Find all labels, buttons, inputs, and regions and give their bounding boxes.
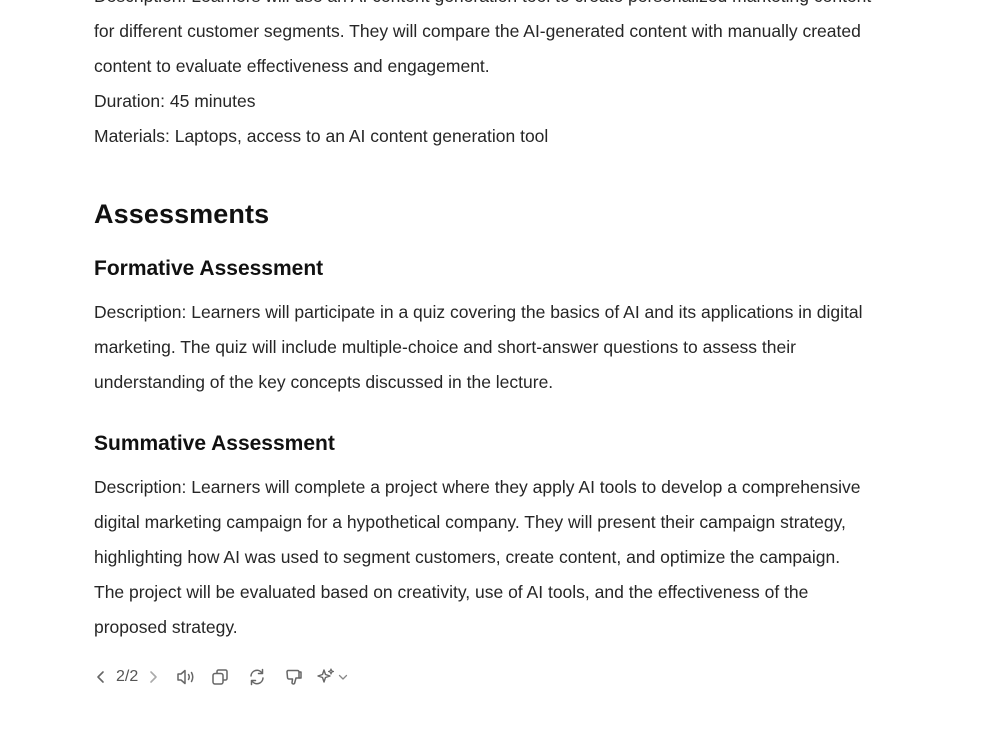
- summative-description-line: The project will be evaluated based on c…: [94, 582, 809, 602]
- read-aloud-icon: [177, 669, 194, 685]
- activity-duration: Duration: 45 minutes: [94, 91, 256, 111]
- activity-description-line: content to evaluate effectiveness and en…: [94, 56, 490, 76]
- summative-description-line: digital marketing campaign for a hypothe…: [94, 512, 846, 532]
- activity-description-line: for different customer segments. They wi…: [94, 21, 861, 41]
- activity-description-line: Description: Learners will use an AI con…: [94, 0, 984, 14]
- formative-assessment-heading: Formative Assessment: [94, 257, 324, 280]
- message-content: Description: Learners will use an AI con…: [94, 0, 984, 645]
- chevron-down-icon: [339, 674, 348, 680]
- previous-response-button[interactable]: [92, 664, 110, 690]
- assessments-heading: Assessments: [94, 199, 270, 229]
- activity-materials: Materials: Laptops, access to an AI cont…: [94, 126, 549, 146]
- formative-description-line: marketing. The quiz will include multipl…: [94, 337, 796, 357]
- next-response-button[interactable]: [144, 664, 162, 690]
- read-aloud-button[interactable]: [170, 664, 202, 690]
- formative-description-line: understanding of the key concepts discus…: [94, 372, 554, 392]
- summative-description-line: Description: Learners will complete a pr…: [94, 477, 861, 497]
- sparkle-icon: [317, 668, 335, 683]
- summative-assessment-heading: Summative Assessment: [94, 432, 335, 455]
- formative-description-line: Description: Learners will participate i…: [94, 302, 863, 322]
- copy-icon: [212, 669, 228, 685]
- thumbs-down-icon: [286, 669, 302, 685]
- activity-description: Description: Learners will use an AI con…: [94, 0, 984, 84]
- model-switch-button[interactable]: [312, 664, 352, 690]
- regenerate-button[interactable]: [238, 664, 276, 690]
- regenerate-icon: [250, 668, 264, 686]
- response-page-indicator: 2/2: [116, 668, 139, 685]
- response-toolbar: 2/2: [92, 664, 352, 690]
- chevron-left-icon: [97, 671, 104, 683]
- summative-assessment-description: Description: Learners will complete a pr…: [94, 470, 984, 645]
- formative-assessment-description: Description: Learners will participate i…: [94, 295, 984, 400]
- chevron-right-icon: [150, 671, 158, 683]
- copy-button[interactable]: [202, 664, 238, 690]
- summative-description-line: highlighting how AI was used to segment …: [94, 547, 841, 567]
- dislike-button[interactable]: [276, 664, 312, 690]
- summative-description-line: proposed strategy.: [94, 617, 238, 637]
